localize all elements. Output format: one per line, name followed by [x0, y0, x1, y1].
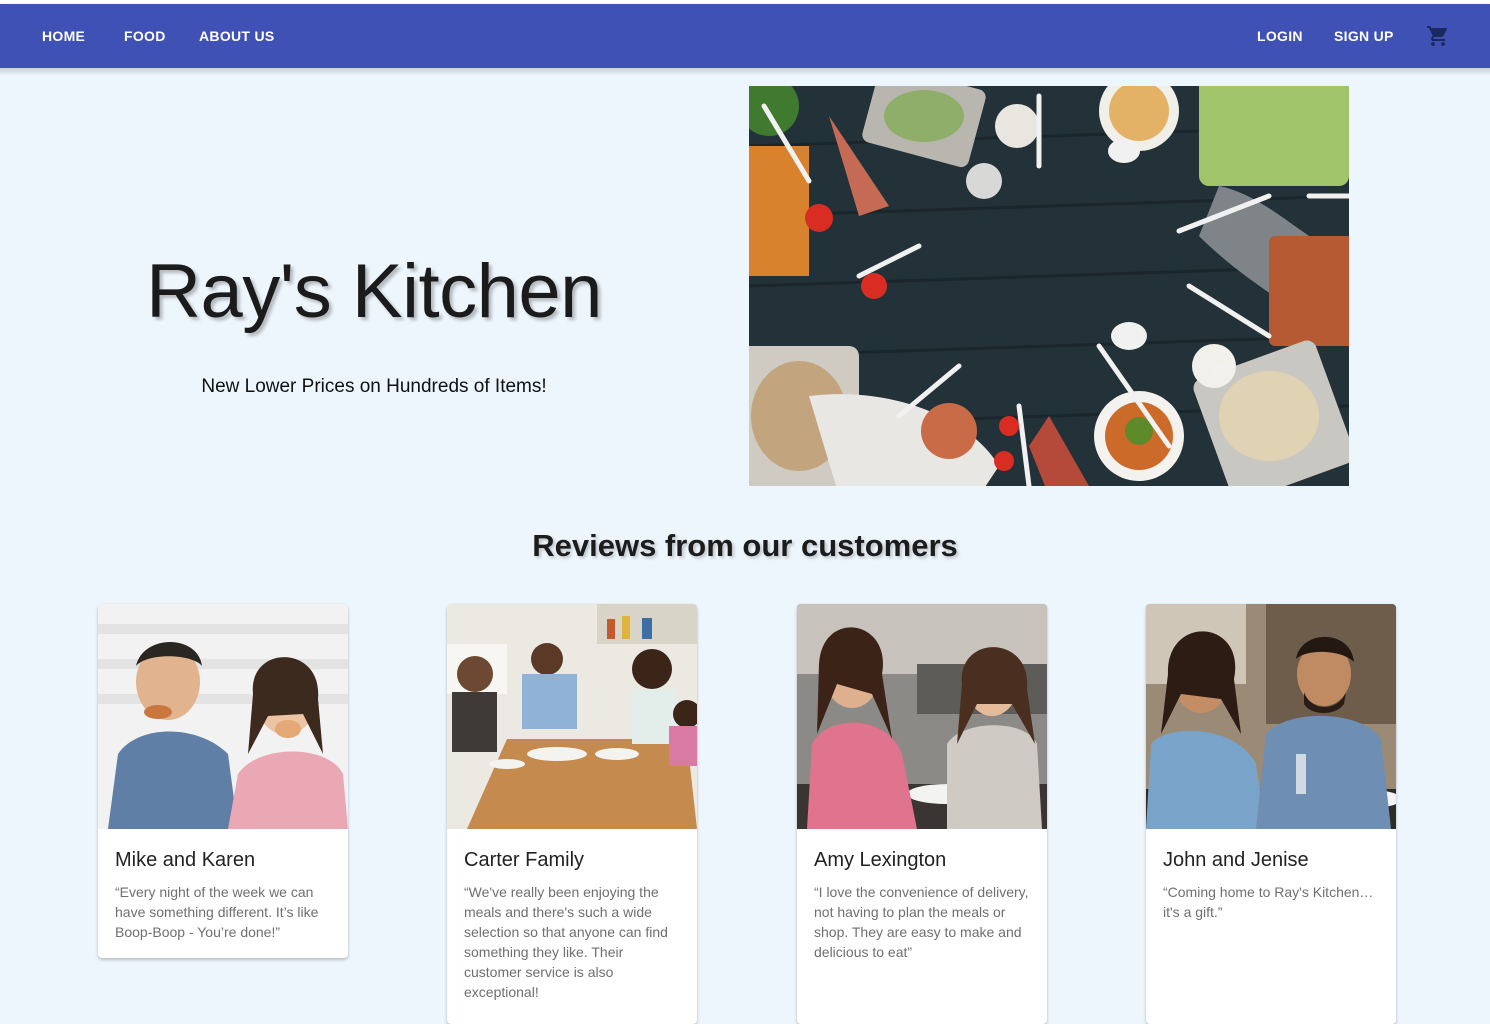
- nav-signup-link[interactable]: SIGN UP: [1334, 4, 1394, 68]
- review-name: Mike and Karen: [115, 849, 256, 871]
- nav-about-link[interactable]: ABOUT US: [199, 4, 275, 68]
- review-photo-carter-family: [447, 604, 697, 829]
- navbar: HOME FOOD ABOUT US LOGIN SIGN UP: [0, 4, 1490, 68]
- reviews-heading: Reviews from our customers: [532, 528, 958, 563]
- review-quote: “Every night of the week we can have som…: [115, 884, 319, 940]
- review-quote: “We've really been enjoying the meals an…: [464, 884, 668, 1000]
- review-name: Amy Lexington: [814, 849, 947, 871]
- review-quote: “I love the convenience of delivery, not…: [814, 884, 1029, 960]
- review-card: Mike and Karen “Every night of the week …: [98, 604, 348, 958]
- review-card: Carter Family “We've really been enjoyin…: [447, 604, 697, 1024]
- hero-food-image: [749, 86, 1349, 486]
- review-name: John and Jenise: [1163, 849, 1309, 871]
- review-card: Amy Lexington “I love the convenience of…: [797, 604, 1047, 1024]
- hero-title: Ray's Kitchen: [146, 249, 602, 334]
- navbar-shadow: [0, 68, 1490, 76]
- review-photo-mike-karen: [98, 604, 348, 829]
- review-quote: “Coming home to Ray's Kitchen… it's a gi…: [1163, 884, 1374, 920]
- hero-subtitle: New Lower Prices on Hundreds of Items!: [201, 376, 547, 397]
- review-card: John and Jenise “Coming home to Ray's Ki…: [1146, 604, 1396, 1024]
- review-name: Carter Family: [464, 849, 585, 871]
- review-photo-john-jenise: [1146, 604, 1396, 829]
- review-photo-amy-lexington: [797, 604, 1047, 829]
- nav-home-link[interactable]: HOME: [42, 4, 85, 68]
- shopping-cart-icon[interactable]: [1426, 24, 1450, 48]
- nav-food-link[interactable]: FOOD: [124, 4, 166, 68]
- nav-login-link[interactable]: LOGIN: [1257, 4, 1303, 68]
